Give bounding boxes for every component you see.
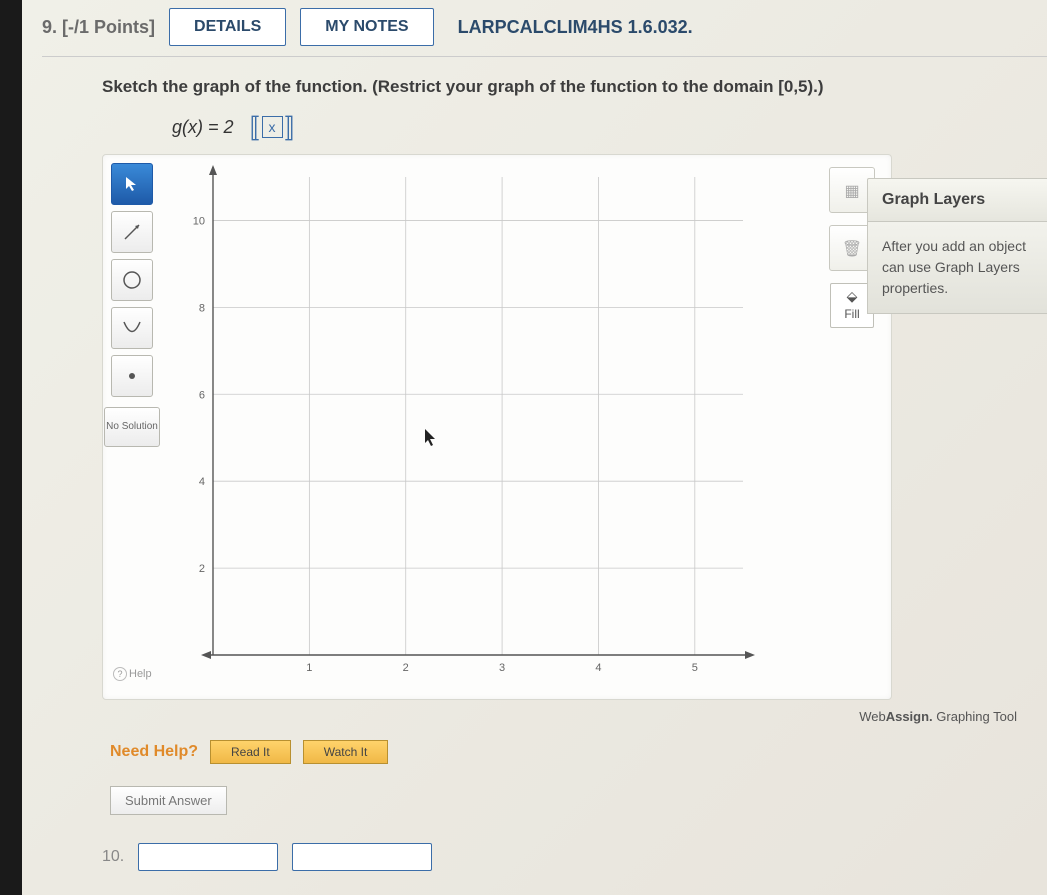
trash-icon: 🗑 (842, 239, 862, 259)
fill-icon: ⬙ (847, 288, 858, 305)
svg-text:4: 4 (199, 476, 205, 488)
svg-text:10: 10 (193, 215, 205, 227)
line-tool[interactable] (111, 211, 153, 253)
window-edge (0, 0, 22, 895)
svg-text:6: 6 (199, 389, 205, 401)
svg-text:4: 4 (595, 662, 601, 674)
next-notes-button[interactable] (292, 843, 432, 871)
need-help-row: Need Help? Read It Watch It (110, 740, 1047, 764)
svg-text:1: 1 (306, 662, 312, 674)
watch-it-button[interactable]: Watch It (303, 740, 389, 764)
graph-credit: WebAssign. Graphing Tool (859, 709, 1017, 724)
submit-answer-button[interactable]: Submit Answer (110, 786, 227, 815)
svg-text:2: 2 (199, 563, 205, 575)
no-solution-button[interactable]: No Solution (104, 407, 160, 447)
pointer-tool[interactable] (111, 163, 153, 205)
svg-text:2: 2 (403, 662, 409, 674)
help-icon: ? (113, 667, 127, 681)
read-it-button[interactable]: Read It (210, 740, 291, 764)
clear-icon: ▦ (844, 181, 859, 201)
svg-text:3: 3 (499, 662, 505, 674)
graphing-tool-frame: No Solution ? Help 1 2 3 4 5 2 4 6 8 10 ▦ 🗑 (102, 154, 892, 700)
question-header: 9. [-/1 Points] DETAILS MY NOTES LARPCAL… (42, 8, 1047, 57)
question-prompt: Sketch the graph of the function. (Restr… (102, 75, 1047, 99)
need-help-label: Need Help? (110, 743, 198, 761)
graph-layers-title: Graph Layers (867, 178, 1047, 222)
graph-layers-panel: Graph Layers After you add an object can… (867, 178, 1047, 314)
next-question-row: 10. (102, 843, 1047, 871)
help-link[interactable]: ? Help (113, 667, 152, 681)
source-code: LARPCALCLIM4HS 1.6.032. (458, 17, 693, 38)
question-number: 9. [-/1 Points] (42, 17, 155, 38)
graph-layers-body: After you add an object can use Graph La… (867, 222, 1047, 314)
my-notes-button[interactable]: MY NOTES (300, 8, 433, 46)
parabola-tool[interactable] (111, 307, 153, 349)
function-equation: g(x) = 2 〚x〛 (172, 109, 1047, 146)
svg-text:5: 5 (692, 662, 698, 674)
tool-palette: No Solution (111, 163, 160, 447)
svg-text:8: 8 (199, 302, 205, 314)
point-tool[interactable] (111, 355, 153, 397)
graph-canvas[interactable]: 1 2 3 4 5 2 4 6 8 10 (173, 165, 763, 685)
next-details-button[interactable] (138, 843, 278, 871)
circle-tool[interactable] (111, 259, 153, 301)
details-button[interactable]: DETAILS (169, 8, 286, 46)
